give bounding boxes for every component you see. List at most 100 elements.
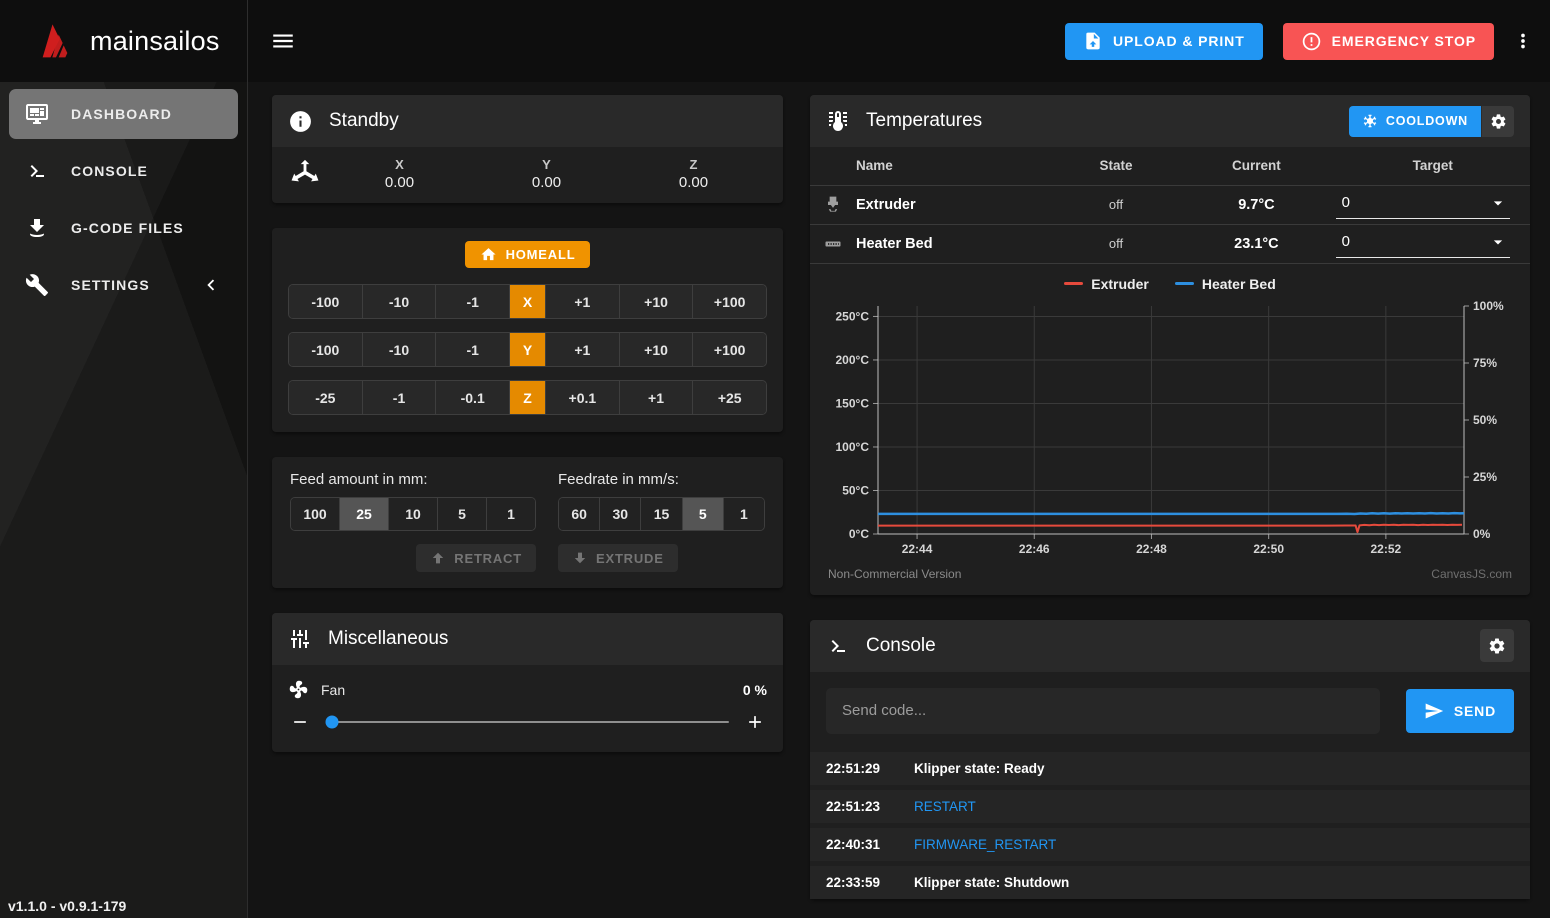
jog-button[interactable]: +10 [620,333,694,366]
extruder-panel: Feed amount in mm: 100 25 10 5 1 Feedrat… [272,457,783,588]
feed-amount-option[interactable]: 10 [389,498,438,530]
temperatures-table: Name State Current Target Extruder [810,147,1530,264]
fan-slider-thumb[interactable] [326,716,339,729]
log-row: 22:40:31 FIRMWARE_RESTART [810,828,1530,861]
svg-text:22:44: 22:44 [902,542,933,556]
home-all-button[interactable]: HOMEALL [465,241,591,268]
jog-button[interactable]: +1 [546,285,620,318]
sidebar-item-settings[interactable]: SETTINGS [9,260,238,310]
feedrate-option[interactable]: 60 [559,498,600,530]
kebab-menu-icon[interactable] [1504,22,1542,60]
temperature-chart: Extruder Heater Bed 0°C50°C100°C150°C200… [810,264,1530,595]
dropdown-caret-icon [1488,232,1508,252]
heater-bed-target-select[interactable]: 0 [1336,230,1510,258]
jog-button[interactable]: -100 [289,333,363,366]
jog-button[interactable]: -25 [289,381,363,414]
cooldown-button[interactable]: COOLDOWN [1349,106,1481,137]
fan-slider-row [272,700,783,752]
console-log: 22:51:29 Klipper state: Ready 22:51:23 R… [810,748,1530,899]
feedrate-option[interactable]: 5 [683,498,724,530]
miscellaneous-header: Miscellaneous [272,613,783,665]
feed-amount-option[interactable]: 25 [340,498,389,530]
temperatures-panel: Temperatures COOLDOWN [810,95,1530,595]
console-panel: Console SEND [810,620,1530,899]
console-icon [25,159,49,183]
jog-button[interactable]: +0.1 [546,381,620,414]
fan-plus-icon[interactable] [743,710,767,734]
feed-amount-option[interactable]: 5 [438,498,487,530]
log-message[interactable]: RESTART [914,799,976,814]
extrude-button[interactable]: EXTRUDE [558,544,678,572]
home-x-button[interactable]: X [510,285,546,318]
jog-button[interactable]: -1 [436,285,510,318]
heater-current: 23.1°C [1177,224,1335,263]
jog-button[interactable]: -1 [436,333,510,366]
sidebar-item-gcode-files[interactable]: G-CODE FILES [9,203,238,253]
jog-button[interactable]: +1 [620,381,694,414]
feedrate-option[interactable]: 1 [724,498,764,530]
table-row-heater-bed: Heater Bed off 23.1°C 0 [810,224,1530,263]
upload-print-button[interactable]: UPLOAD & PRINT [1065,23,1263,60]
retract-button[interactable]: RETRACT [416,544,536,572]
col-header-state: State [1055,147,1177,185]
brand-block: mainsailos [0,0,248,82]
axis-x-position: X 0.00 [326,157,473,191]
feedrate-label: Feedrate in mm/s: [558,471,765,488]
chart-watermark-right[interactable]: CanvasJS.com [1431,567,1512,581]
extrude-label: EXTRUDE [596,551,664,566]
jog-row-x: -100 -10 -1 X +1 +10 +100 [288,284,767,319]
legend-item-heater-bed[interactable]: Heater Bed [1175,276,1276,292]
sidebar-item-console[interactable]: CONSOLE [9,146,238,196]
cooldown-label: COOLDOWN [1386,114,1468,128]
main-content: Standby X 0.00 Y 0.00 Z [248,82,1550,918]
temperatures-gear-icon[interactable] [1481,106,1514,137]
target-value: 0 [1342,194,1350,211]
svg-text:22:48: 22:48 [1136,542,1167,556]
control-panel: HOMEALL -100 -10 -1 X +1 +10 +100 -100 -… [272,228,783,432]
tune-icon [288,627,312,651]
feedrate-option[interactable]: 30 [600,498,641,530]
jog-button[interactable]: +25 [693,381,766,414]
miscellaneous-title: Miscellaneous [328,628,448,650]
feed-amount-option[interactable]: 1 [487,498,535,530]
send-button[interactable]: SEND [1406,689,1514,733]
status-title: Standby [329,110,399,132]
log-message[interactable]: FIRMWARE_RESTART [914,837,1056,852]
col-header-current: Current [1177,147,1335,185]
fan-label: Fan [321,682,731,698]
jog-button[interactable]: -10 [363,285,437,318]
jog-button[interactable]: -1 [363,381,437,414]
fan-icon [288,679,309,700]
feedrate-option[interactable]: 15 [641,498,682,530]
fan-value: 0 % [743,682,767,698]
legend-item-extruder[interactable]: Extruder [1064,276,1149,292]
feed-amount-option[interactable]: 100 [291,498,340,530]
jog-button[interactable]: +1 [546,333,620,366]
jog-button[interactable]: +100 [693,333,766,366]
send-code-input[interactable] [826,688,1380,734]
fan-minus-icon[interactable] [288,710,312,734]
heater-name: Heater Bed [856,224,1055,263]
jog-button[interactable]: -10 [363,333,437,366]
legend-label: Extruder [1091,276,1149,292]
jog-button[interactable]: +100 [693,285,766,318]
emergency-stop-button[interactable]: EMERGENCY STOP [1283,23,1494,60]
home-y-button[interactable]: Y [510,333,546,366]
sidebar-item-dashboard[interactable]: DASHBOARD [9,89,238,139]
sidebar-collapse-chevron-icon[interactable] [200,274,222,296]
jog-row-z: -25 -1 -0.1 Z +0.1 +1 +25 [288,380,767,415]
log-timestamp: 22:40:31 [826,837,900,852]
menu-icon[interactable] [262,20,304,62]
console-gear-icon[interactable] [1480,629,1514,662]
emergency-stop-label: EMERGENCY STOP [1332,33,1476,49]
fan-slider[interactable] [326,721,729,723]
retract-arrow-up-icon [430,550,446,566]
jog-button[interactable]: -100 [289,285,363,318]
jog-button[interactable]: -0.1 [436,381,510,414]
svg-text:100°C: 100°C [836,439,870,453]
home-z-button[interactable]: Z [510,381,546,414]
jog-button[interactable]: +10 [620,285,694,318]
extruder-target-select[interactable]: 0 [1336,191,1510,219]
status-panel-header: Standby [272,95,783,147]
sidebar-item-label: G-CODE FILES [71,220,184,236]
